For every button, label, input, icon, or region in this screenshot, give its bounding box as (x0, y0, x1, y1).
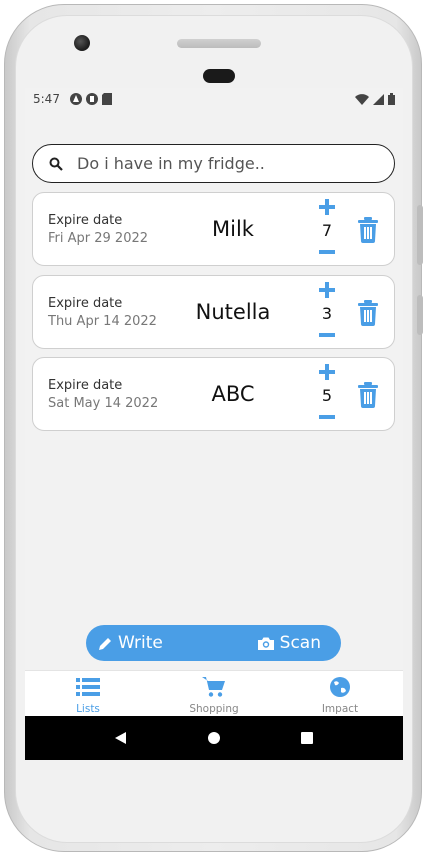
scan-button[interactable]: Scan (257, 633, 321, 653)
status-bar: 5:47 (25, 88, 403, 110)
decrease-quantity-button[interactable] (317, 328, 337, 342)
cart-icon (202, 677, 225, 697)
write-button[interactable]: Write (98, 633, 163, 653)
home-circle-icon (207, 732, 220, 744)
increase-quantity-button[interactable] (317, 280, 337, 300)
delete-item-button[interactable] (357, 382, 379, 408)
tab-label: Impact (321, 703, 359, 715)
earpiece-speaker (177, 39, 261, 48)
tab-label: Shopping (189, 703, 239, 715)
search-bar[interactable] (32, 144, 395, 183)
decrease-quantity-button[interactable] (317, 410, 337, 424)
increase-quantity-button[interactable] (317, 362, 337, 382)
item-name: Nutella (195, 300, 271, 324)
back-button[interactable] (106, 723, 136, 753)
bottom-tab-bar: Lists Shopping Impact (25, 670, 403, 716)
globe-icon (330, 677, 350, 697)
item-name: ABC (211, 382, 255, 406)
list-icon (76, 678, 100, 696)
status-time: 5:47 (33, 92, 60, 106)
tab-lists[interactable]: Lists (25, 671, 151, 716)
scan-button-label: Scan (279, 633, 321, 653)
tab-shopping[interactable]: Shopping (151, 671, 277, 716)
decrease-quantity-button[interactable] (317, 245, 337, 259)
recents-button[interactable] (292, 723, 322, 753)
pencil-icon (99, 637, 111, 650)
item-quantity: 3 (321, 304, 333, 323)
item-quantity: 7 (321, 221, 333, 240)
search-icon (49, 157, 63, 171)
search-input[interactable] (77, 154, 377, 173)
item-card: Expire date Sat May 14 2022 ABC 5 (32, 357, 395, 431)
tab-impact[interactable]: Impact (277, 671, 403, 716)
expire-label: Expire date (48, 378, 123, 393)
proximity-sensor (203, 69, 235, 83)
volume-button (417, 205, 423, 265)
sd-card-icon (101, 93, 112, 105)
wifi-icon (355, 93, 369, 105)
expire-date: Fri Apr 29 2022 (48, 231, 149, 246)
item-card: Expire date Fri Apr 29 2022 Milk 7 (32, 192, 395, 266)
increase-quantity-button[interactable] (317, 197, 337, 217)
expire-date: Thu Apr 14 2022 (48, 314, 157, 329)
app-screen: 5:47 Expire date Fri Apr 29 2022 Milk 7 (25, 88, 403, 760)
delete-item-button[interactable] (357, 217, 379, 243)
write-button-label: Write (118, 633, 163, 653)
delete-item-button[interactable] (357, 300, 379, 326)
item-card: Expire date Thu Apr 14 2022 Nutella 3 (32, 275, 395, 349)
camera-icon (257, 637, 274, 650)
item-name: Milk (212, 217, 254, 241)
app-notification-icon (85, 93, 98, 105)
back-triangle-icon (115, 732, 127, 744)
home-button[interactable] (199, 723, 229, 753)
expire-label: Expire date (48, 296, 123, 311)
signal-icon (373, 93, 384, 105)
android-nav-bar (25, 716, 403, 760)
power-button (417, 295, 423, 335)
expire-date: Sat May 14 2022 (48, 396, 159, 411)
expire-label: Expire date (48, 213, 123, 228)
status-icons (355, 93, 395, 105)
app-notification-icon (69, 93, 82, 105)
tab-label: Lists (76, 703, 100, 715)
add-item-actions: Write Scan (86, 625, 341, 661)
battery-icon (388, 93, 395, 105)
front-camera (74, 35, 90, 51)
item-quantity: 5 (321, 386, 333, 405)
notification-icon (69, 93, 112, 105)
recents-square-icon (300, 732, 313, 744)
